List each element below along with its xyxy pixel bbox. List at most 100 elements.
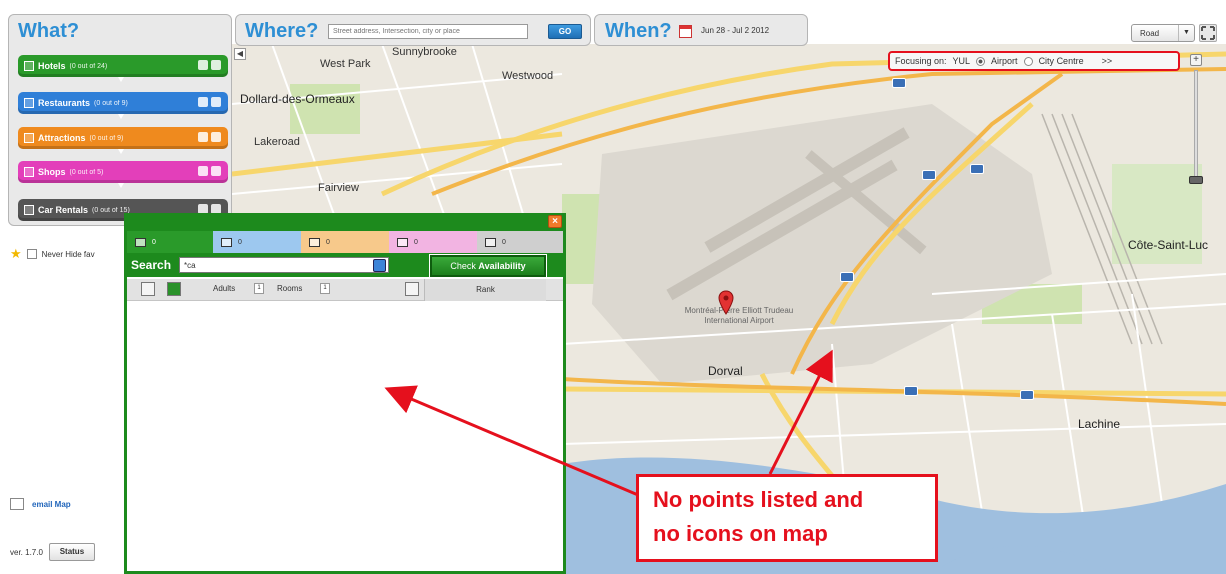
car-icon xyxy=(485,237,496,247)
tab-car-rentals[interactable]: 0 xyxy=(477,231,563,253)
map-pin-icon[interactable] xyxy=(718,290,734,316)
check-label: Check xyxy=(450,261,476,271)
search-bar: Search Check Availability xyxy=(127,253,563,278)
search-clear-icon[interactable] xyxy=(373,259,386,272)
rank-column-header[interactable]: Rank xyxy=(424,279,546,301)
rooms-label: Rooms xyxy=(277,284,303,293)
never-hide-label: Never Hide fav xyxy=(41,249,95,259)
chevron-down-icon: ▼ xyxy=(1178,25,1194,41)
tab-count: 0 xyxy=(238,238,242,246)
status-button[interactable]: Status xyxy=(48,543,95,561)
list-icon[interactable] xyxy=(211,97,221,107)
shops-checkbox[interactable] xyxy=(24,167,34,177)
select-all-checkbox[interactable] xyxy=(141,282,155,296)
map-label-dorval: Dorval xyxy=(708,364,743,378)
check-availability-button[interactable]: Check Availability xyxy=(429,254,547,278)
car-rentals-checkbox[interactable] xyxy=(24,205,34,215)
attraction-icon xyxy=(309,237,320,247)
map-label-cote-st-luc: Côte-Saint-Luc xyxy=(1128,238,1209,252)
email-icon[interactable] xyxy=(10,498,24,510)
hotels-checkbox[interactable] xyxy=(24,61,34,71)
focus-airport-label: Airport xyxy=(991,56,1018,66)
annotation-line-2: no icons on map xyxy=(653,521,828,546)
tab-hotels[interactable]: 0 xyxy=(127,231,213,253)
when-dates[interactable]: Jun 28 - Jul 2 2012 xyxy=(701,26,769,35)
availability-label: Availability xyxy=(478,261,526,271)
list-icon[interactable] xyxy=(211,166,221,176)
where-title: Where? xyxy=(245,20,319,42)
map-label-sunnybrooke: Sunnybrooke xyxy=(392,46,457,58)
list-icon[interactable] xyxy=(211,132,221,142)
where-panel: Where? GO xyxy=(235,14,591,46)
focus-code: YUL xyxy=(952,56,971,66)
where-search-input[interactable] xyxy=(328,24,528,39)
no-entry-icon[interactable] xyxy=(198,166,208,176)
zoom-track[interactable] xyxy=(1194,70,1198,182)
map-label-fairview: Fairview xyxy=(318,182,359,194)
map-label-west-park: West Park xyxy=(320,58,371,70)
focus-city-centre-label: City Centre xyxy=(1038,56,1084,66)
restaurants-checkbox[interactable] xyxy=(24,98,34,108)
adults-label: Adults xyxy=(213,284,236,293)
category-hotels[interactable]: Hotels (0 out of 24) xyxy=(18,55,228,82)
fullscreen-icon[interactable] xyxy=(1199,24,1217,42)
category-label: Shops xyxy=(38,167,66,177)
where-go-button[interactable]: GO xyxy=(548,24,582,39)
map-label-westwood: Westwood xyxy=(502,70,554,82)
category-shops[interactable]: Shops (0 out of 5) xyxy=(18,161,228,188)
lock-icon[interactable] xyxy=(198,60,208,70)
focus-more-button[interactable]: >> xyxy=(1102,56,1113,66)
never-hide-checkbox[interactable] xyxy=(26,249,37,259)
focus-airport-radio[interactable] xyxy=(976,56,986,66)
email-map-link[interactable]: email Map xyxy=(32,500,71,509)
zoom-thumb[interactable] xyxy=(1189,176,1203,184)
sort-icon[interactable] xyxy=(405,282,419,296)
close-icon[interactable]: × xyxy=(548,215,562,228)
focus-label: Focusing on: xyxy=(895,56,947,66)
category-attractions[interactable]: Attractions (0 out of 9) xyxy=(18,127,228,154)
focus-city-centre-radio[interactable] xyxy=(1023,56,1033,66)
highway-shield-icon xyxy=(922,170,936,180)
map-type-select[interactable]: Road ▼ xyxy=(1131,24,1195,42)
category-dropdown-icon xyxy=(118,149,124,154)
email-map-row: email Map xyxy=(10,498,71,510)
list-icon[interactable] xyxy=(211,60,221,70)
tab-restaurants[interactable]: 0 xyxy=(213,231,301,253)
attractions-checkbox[interactable] xyxy=(24,133,34,143)
tab-shops[interactable]: 0 xyxy=(389,231,477,253)
search-label: Search xyxy=(131,258,172,272)
category-tools xyxy=(198,60,222,71)
calendar-icon[interactable] xyxy=(679,25,692,38)
tab-count: 0 xyxy=(502,238,506,246)
category-label: Hotels xyxy=(38,61,66,71)
map-label-lachine: Lachine xyxy=(1078,417,1121,431)
focus-panel: Focusing on: YUL Airport City Centre >> xyxy=(888,51,1180,71)
zoom-in-icon[interactable]: + xyxy=(1190,54,1202,66)
highway-shield-icon xyxy=(904,386,918,396)
add-icon[interactable] xyxy=(167,282,181,296)
map-label-airport: Montréal-Pierre Elliott Trudeau Internat… xyxy=(684,306,794,325)
map-pan-left-icon[interactable]: ◀ xyxy=(234,48,246,60)
zoom-slider[interactable]: + xyxy=(1188,54,1204,194)
highway-shield-icon xyxy=(892,78,906,88)
annotation-callout: No points listed and no icons on map xyxy=(636,474,938,562)
highway-shield-icon xyxy=(1020,390,1034,400)
restaurant-icon xyxy=(221,237,232,247)
category-count: (0 out of 9) xyxy=(89,134,124,142)
annotation-line-1: No points listed and xyxy=(653,487,864,512)
category-dropdown-icon xyxy=(118,114,124,119)
map-label-dollard: Dollard-des-Ormeaux xyxy=(240,92,355,106)
search-input[interactable] xyxy=(179,257,389,273)
map-label-lakeroad: Lakeroad xyxy=(254,136,300,148)
adults-input[interactable]: 1 xyxy=(254,283,264,294)
version-label: ver. 1.7.0 xyxy=(10,547,43,557)
rooms-input[interactable]: 1 xyxy=(320,283,330,294)
category-label: Car Rentals xyxy=(38,205,89,215)
tab-attractions[interactable]: 0 xyxy=(301,231,389,253)
never-hide-row: ★ Never Hide fav xyxy=(10,246,95,262)
category-dropdown-icon xyxy=(118,183,124,188)
category-restaurants[interactable]: Restaurants (0 out of 9) xyxy=(18,92,228,119)
no-entry-icon[interactable] xyxy=(198,132,208,142)
no-entry-icon[interactable] xyxy=(198,97,208,107)
category-tools xyxy=(198,97,222,108)
